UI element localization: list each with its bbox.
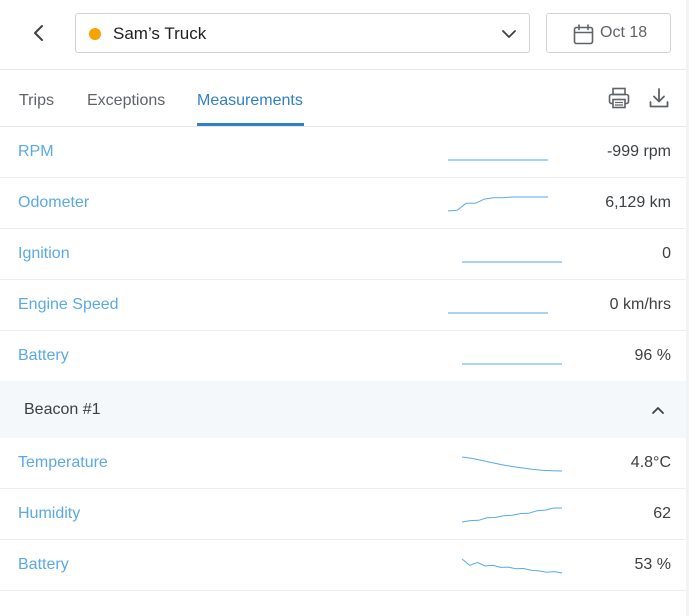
sparkline <box>461 456 563 472</box>
measurement-label: RPM <box>18 143 54 160</box>
date-label: Oct 18 <box>600 24 648 41</box>
measurement-value: 53 % <box>634 556 671 573</box>
tab-bar: Trips Exceptions Measurements <box>0 70 689 127</box>
measurement-row-rpm[interactable]: RPM -999 rpm <box>0 127 686 178</box>
sparkline-path <box>461 456 563 472</box>
sparkline <box>447 196 548 212</box>
sparkline-path <box>461 558 563 574</box>
back-button[interactable] <box>24 20 54 46</box>
measurement-value: -999 rpm <box>606 143 671 160</box>
beacon-section-header[interactable]: Beacon #1 <box>0 381 686 438</box>
tab-measurements[interactable]: Measurements <box>197 92 303 110</box>
measurement-row-engine-speed[interactable]: Engine Speed 0 km/hrs <box>0 280 686 331</box>
measurement-label: Temperature <box>18 454 108 471</box>
measurement-value: 0 km/hrs <box>609 296 671 313</box>
beacon-row-battery[interactable]: Battery 53 % <box>0 540 686 591</box>
print-icon[interactable] <box>607 86 631 110</box>
sparkline <box>448 312 548 314</box>
sparkline-path <box>461 507 562 523</box>
date-picker-button[interactable]: Oct 18 <box>546 13 671 53</box>
measurement-value: 96 % <box>634 347 671 364</box>
measurement-value: 0 <box>662 245 671 262</box>
top-bar: Sam’s Truck Oct 18 <box>0 0 689 70</box>
vehicle-status-dot <box>89 28 101 40</box>
measurement-row-odometer[interactable]: Odometer 6,129 km <box>0 178 686 229</box>
sparkline <box>462 363 562 365</box>
beacon-row-humidity[interactable]: Humidity 62 <box>0 489 686 540</box>
measurement-label: Odometer <box>18 194 90 211</box>
section-title: Beacon #1 <box>24 401 101 418</box>
tab-exceptions[interactable]: Exceptions <box>87 92 165 110</box>
measurement-label: Ignition <box>18 245 70 262</box>
active-tab-indicator <box>197 123 304 126</box>
sparkline <box>461 507 562 523</box>
beacon-row-temperature[interactable]: Temperature 4.8°C <box>0 438 686 489</box>
vehicle-name: Sam’s Truck <box>113 24 207 43</box>
download-icon[interactable] <box>647 86 671 110</box>
measurement-label: Battery <box>18 556 69 573</box>
measurement-label: Engine Speed <box>18 296 119 313</box>
measurement-value: 6,129 km <box>605 194 671 211</box>
measurement-value: 62 <box>653 505 671 522</box>
sparkline <box>461 558 563 574</box>
measurement-row-ignition[interactable]: Ignition 0 <box>0 229 686 280</box>
vehicle-select[interactable]: Sam’s Truck <box>75 13 530 53</box>
calendar-icon <box>573 24 594 45</box>
measurement-row-battery[interactable]: Battery 96 % <box>0 331 686 382</box>
chevron-left-icon <box>34 25 43 41</box>
chevron-down-icon <box>502 30 516 38</box>
tab-trips[interactable]: Trips <box>19 92 54 110</box>
measurement-label: Battery <box>18 347 69 364</box>
measurement-label: Humidity <box>18 505 81 522</box>
chevron-up-icon[interactable] <box>650 402 666 418</box>
sparkline <box>462 261 562 263</box>
measurement-value: 4.8°C <box>630 454 671 471</box>
sparkline <box>448 159 548 161</box>
sparkline-path <box>447 196 548 212</box>
